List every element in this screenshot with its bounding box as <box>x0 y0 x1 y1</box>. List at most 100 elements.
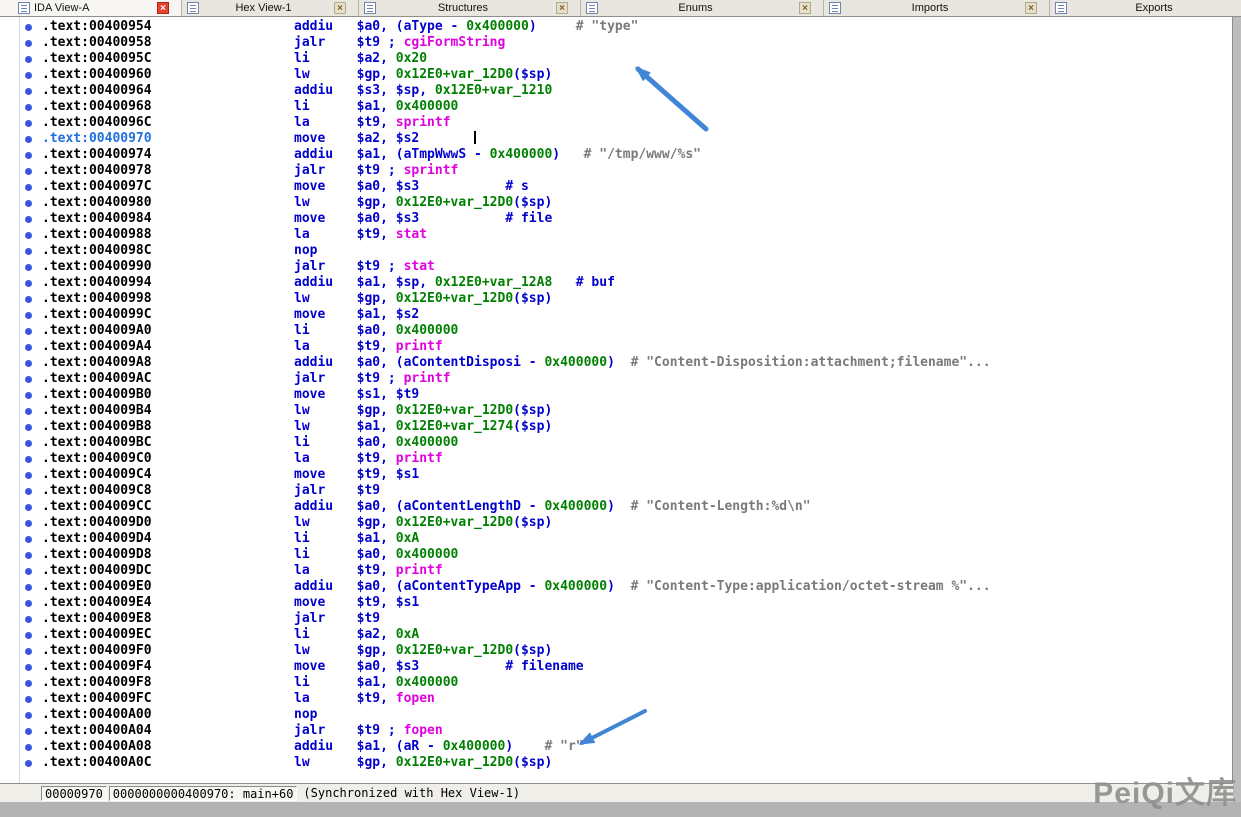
code-token: move $t9, $s1 <box>294 467 419 482</box>
line-marker-dot <box>25 136 32 143</box>
tab-enums[interactable]: Enums × <box>581 0 824 16</box>
listing-line[interactable]: .text:00400A0Clw $gp, 0x12E0+var_12D0($s… <box>0 755 1232 771</box>
listing-line[interactable]: .text:0040095Cli $a2, 0x20 <box>0 51 1232 67</box>
tab-structures[interactable]: Structures× <box>359 0 581 16</box>
line-address: .text:004009E0 <box>42 579 294 594</box>
line-address: .text:004009AC <box>42 371 294 386</box>
code-token: la $t9, <box>294 451 396 466</box>
tab-close-button[interactable]: × <box>1025 2 1037 14</box>
window-footer <box>0 802 1241 817</box>
tab-close-button[interactable]: × <box>799 2 811 14</box>
line-marker-dot <box>25 72 32 79</box>
listing-line[interactable]: .text:00400974addiu $a1, (aTmpWwwS - 0x4… <box>0 147 1232 163</box>
listing-line[interactable]: .text:004009B4lw $gp, 0x12E0+var_12D0($s… <box>0 403 1232 419</box>
listing-line[interactable]: .text:004009B0move $s1, $t9 <box>0 387 1232 403</box>
tab-close-button[interactable]: × <box>556 2 568 14</box>
listing-line[interactable]: .text:004009DCla $t9, printf <box>0 563 1232 579</box>
listing-line[interactable]: .text:004009FCla $t9, fopen <box>0 691 1232 707</box>
tab-hex-view-1[interactable]: Hex View-1 × <box>182 0 359 16</box>
code-token: ($sp) <box>513 515 552 530</box>
code-token: move $a1, $s2 <box>294 307 419 322</box>
tab-exports[interactable]: Exports <box>1050 0 1241 16</box>
code-token: jalr $t9 <box>294 611 380 626</box>
code-token: move $s1, $t9 <box>294 387 419 402</box>
listing-line[interactable]: .text:004009A8addiu $a0, (aContentDispos… <box>0 355 1232 371</box>
listing-line[interactable]: .text:00400A04jalr $t9 ; fopen <box>0 723 1232 739</box>
listing-line[interactable]: .text:004009C0la $t9, printf <box>0 451 1232 467</box>
code-token: jalr $t9 ; <box>294 371 404 386</box>
listing-line[interactable]: .text:004009B8lw $a1, 0x12E0+var_1274($s… <box>0 419 1232 435</box>
listing-line[interactable]: .text:0040097Cmove $a0, $s3 # s <box>0 179 1232 195</box>
listing-line[interactable]: .text:004009E8jalr $t9 <box>0 611 1232 627</box>
listing-line[interactable]: .text:004009ACjalr $t9 ; printf <box>0 371 1232 387</box>
listing-line[interactable]: .text:0040096Cla $t9, sprintf <box>0 115 1232 131</box>
code-token: 0x12E0+var_12D0 <box>396 643 513 658</box>
line-marker-dot <box>25 488 32 495</box>
listing-line[interactable]: .text:004009F4move $a0, $s3 # filename <box>0 659 1232 675</box>
tab-label: Hex View-1 <box>199 2 328 14</box>
listing-line[interactable]: .text:00400990jalr $t9 ; stat <box>0 259 1232 275</box>
listing-line[interactable]: .text:0040099Cmove $a1, $s2 <box>0 307 1232 323</box>
listing-line[interactable]: .text:004009D0lw $gp, 0x12E0+var_12D0($s… <box>0 515 1232 531</box>
disassembly-listing: .text:00400954addiu $a0, (aType - 0x4000… <box>0 17 1232 771</box>
hex-view-1-tab-icon <box>187 2 199 14</box>
line-address: .text:004009E4 <box>42 595 294 610</box>
listing-line[interactable]: .text:004009ECli $a2, 0xA <box>0 627 1232 643</box>
code-token: ($sp) <box>513 195 552 210</box>
listing-line[interactable]: .text:00400960lw $gp, 0x12E0+var_12D0($s… <box>0 67 1232 83</box>
listing-line[interactable]: .text:004009A4la $t9, printf <box>0 339 1232 355</box>
listing-line[interactable]: .text:004009F8li $a1, 0x400000 <box>0 675 1232 691</box>
line-address: .text:00400990 <box>42 259 294 274</box>
listing-line[interactable]: .text:0040098Cnop <box>0 243 1232 259</box>
listing-line[interactable]: .text:00400998lw $gp, 0x12E0+var_12D0($s… <box>0 291 1232 307</box>
code-token: # "/tmp/www/%s" <box>584 147 701 162</box>
line-marker-dot <box>25 728 32 735</box>
listing-line[interactable]: .text:004009A0li $a0, 0x400000 <box>0 323 1232 339</box>
tab-close-button[interactable]: × <box>334 2 346 14</box>
listing-line[interactable]: .text:00400A08addiu $a1, (aR - 0x400000)… <box>0 739 1232 755</box>
line-address: .text:004009B8 <box>42 419 294 434</box>
tab-ida-view-a[interactable]: IDA View-A × <box>0 0 182 16</box>
code-token: lw $gp, <box>294 643 396 658</box>
listing-line[interactable]: .text:00400A00nop <box>0 707 1232 723</box>
code-token: # "Content-Length:%d\n" <box>631 499 811 514</box>
code-token: li $a1, <box>294 675 396 690</box>
code-token: addiu $a0, (aContentTypeApp - <box>294 579 544 594</box>
code-token: ($sp) <box>513 67 552 82</box>
listing-line[interactable]: .text:004009C4move $t9, $s1 <box>0 467 1232 483</box>
code-token: 0x12E0+var_12D0 <box>396 291 513 306</box>
disassembly-panel[interactable]: .text:00400954addiu $a0, (aType - 0x4000… <box>0 17 1233 783</box>
listing-line[interactable]: .text:004009D8li $a0, 0x400000 <box>0 547 1232 563</box>
listing-line[interactable]: .text:004009BCli $a0, 0x400000 <box>0 435 1232 451</box>
listing-line[interactable]: .text:004009C8jalr $t9 <box>0 483 1232 499</box>
tab-label: Enums <box>598 2 793 14</box>
listing-line[interactable]: .text:00400958jalr $t9 ; cgiFormString <box>0 35 1232 51</box>
listing-line[interactable]: .text:00400964addiu $s3, $sp, 0x12E0+var… <box>0 83 1232 99</box>
listing-line[interactable]: .text:004009E0addiu $a0, (aContentTypeAp… <box>0 579 1232 595</box>
line-marker-dot <box>25 504 32 511</box>
listing-line[interactable]: .text:00400980lw $gp, 0x12E0+var_12D0($s… <box>0 195 1232 211</box>
code-token: 0x12E0+var_12D0 <box>396 195 513 210</box>
listing-line[interactable]: .text:00400954addiu $a0, (aType - 0x4000… <box>0 19 1232 35</box>
code-token: sprintf <box>404 163 459 178</box>
listing-line[interactable]: .text:00400984move $a0, $s3 # file <box>0 211 1232 227</box>
listing-line[interactable]: .text:004009CCaddiu $a0, (aContentLength… <box>0 499 1232 515</box>
code-token: ($sp) <box>513 291 552 306</box>
listing-line[interactable]: .text:004009F0lw $gp, 0x12E0+var_12D0($s… <box>0 643 1232 659</box>
listing-line[interactable]: .text:00400988la $t9, stat <box>0 227 1232 243</box>
line-marker-dot <box>25 616 32 623</box>
tab-close-button[interactable]: × <box>157 2 169 14</box>
listing-line[interactable]: .text:00400978jalr $t9 ; sprintf <box>0 163 1232 179</box>
tab-imports[interactable]: Imports× <box>824 0 1050 16</box>
code-token: 0x400000 <box>396 675 459 690</box>
code-token: la $t9, <box>294 563 396 578</box>
listing-line[interactable]: .text:004009E4move $t9, $s1 <box>0 595 1232 611</box>
listing-line[interactable]: .text:004009D4li $a1, 0xA <box>0 531 1232 547</box>
listing-line[interactable]: .text:00400968li $a1, 0x400000 <box>0 99 1232 115</box>
code-token: ) <box>552 147 583 162</box>
code-token: # s <box>505 179 528 194</box>
listing-line[interactable]: .text:00400994addiu $a1, $sp, 0x12E0+var… <box>0 275 1232 291</box>
listing-line[interactable]: .text:00400970move $a2, $s2 <box>0 131 1232 147</box>
tab-label: IDA View-A <box>30 2 151 14</box>
code-token: lw $gp, <box>294 291 396 306</box>
